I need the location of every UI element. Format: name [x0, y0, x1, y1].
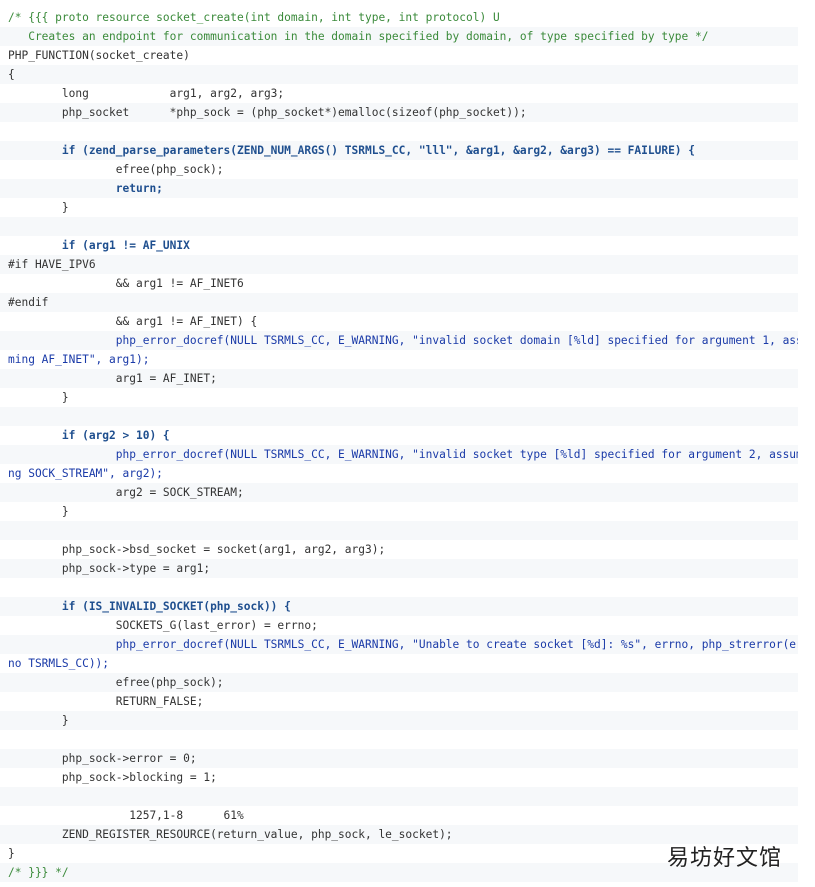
code-line: efree(php_sock);: [0, 160, 798, 179]
code-line: }: [0, 198, 798, 217]
code-line: #if HAVE_IPV6: [0, 255, 798, 274]
code-line: if (IS_INVALID_SOCKET(php_sock)) {: [0, 597, 798, 616]
code-line: php_error_docref(NULL TSRMLS_CC, E_WARNI…: [0, 445, 798, 464]
code-line: php_sock->error = 0;: [0, 749, 798, 768]
code-line: /* {{{ proto resource socket_create(int …: [0, 8, 798, 27]
code-line: [0, 730, 798, 749]
code-line: }: [0, 711, 798, 730]
code-line: Creates an endpoint for communication in…: [0, 27, 798, 46]
code-line: && arg1 != AF_INET6: [0, 274, 798, 293]
watermark-logo: 易坊好文馆: [667, 846, 783, 871]
code-line: [0, 122, 798, 141]
code-line: no TSRMLS_CC));: [0, 654, 798, 673]
code-line: {: [0, 65, 798, 84]
code-line: ming AF_INET", arg1);: [0, 350, 798, 369]
code-line: #endif: [0, 293, 798, 312]
code-block: /* {{{ proto resource socket_create(int …: [0, 0, 798, 882]
code-line: if (arg2 > 10) {: [0, 426, 798, 445]
code-line: [0, 217, 798, 236]
code-line: php_error_docref(NULL TSRMLS_CC, E_WARNI…: [0, 635, 798, 654]
code-line: PHP_FUNCTION(socket_create): [0, 46, 798, 65]
code-line: }: [0, 388, 798, 407]
code-line: return;: [0, 179, 798, 198]
code-line: [0, 521, 798, 540]
code-line: php_socket *php_sock = (php_socket*)emal…: [0, 103, 798, 122]
code-line: long arg1, arg2, arg3;: [0, 84, 798, 103]
code-line: php_sock->type = arg1;: [0, 559, 798, 578]
code-line: if (zend_parse_parameters(ZEND_NUM_ARGS(…: [0, 141, 798, 160]
code-line: ng SOCK_STREAM", arg2);: [0, 464, 798, 483]
code-line: php_sock->blocking = 1;: [0, 768, 798, 787]
code-line: php_error_docref(NULL TSRMLS_CC, E_WARNI…: [0, 331, 798, 350]
code-line: 1257,1-8 61%: [0, 806, 798, 825]
code-line: arg2 = SOCK_STREAM;: [0, 483, 798, 502]
code-line: [0, 787, 798, 806]
code-line: && arg1 != AF_INET) {: [0, 312, 798, 331]
code-line: [0, 578, 798, 597]
code-line: RETURN_FALSE;: [0, 692, 798, 711]
code-line: efree(php_sock);: [0, 673, 798, 692]
code-line: SOCKETS_G(last_error) = errno;: [0, 616, 798, 635]
code-line: arg1 = AF_INET;: [0, 369, 798, 388]
code-line: if (arg1 != AF_UNIX: [0, 236, 798, 255]
code-line: php_sock->bsd_socket = socket(arg1, arg2…: [0, 540, 798, 559]
code-line: }: [0, 502, 798, 521]
code-line: [0, 407, 798, 426]
